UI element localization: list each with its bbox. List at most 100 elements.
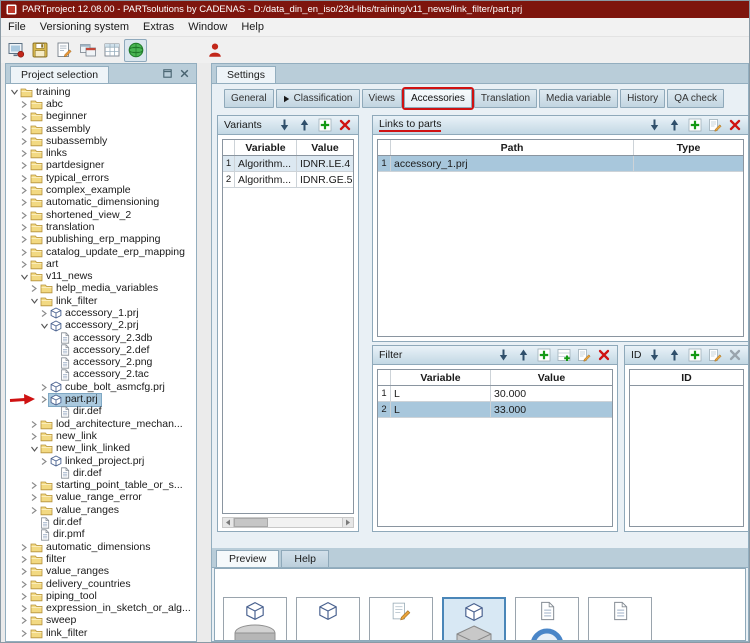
tree-item-label[interactable]: accessory_2.png	[73, 357, 152, 368]
tree-item-label[interactable]: link_filter	[56, 296, 97, 307]
tree-item-label[interactable]: automatic_dimensions	[46, 542, 150, 553]
tree-item-abc[interactable]: abc	[6, 98, 196, 110]
move-up-button[interactable]	[667, 118, 682, 133]
tree-item-accessory_1.prj[interactable]: accessory_1.prj	[6, 307, 196, 319]
table-row-2[interactable]: 2Algorithm...IDNR.GE.5	[223, 172, 353, 188]
chevron-right-icon[interactable]	[20, 629, 29, 638]
add-button[interactable]	[536, 348, 551, 363]
scroll-right-icon[interactable]	[342, 518, 353, 527]
tree-item-label[interactable]: part.prj	[65, 394, 98, 405]
tree-item-label[interactable]: linked_project.prj	[65, 456, 144, 467]
tree-item-accessory_2.3db[interactable]: accessory_2.3db	[6, 332, 196, 344]
tree-item-automatic_dimensions[interactable]: automatic_dimensions	[6, 541, 196, 553]
tree-item-label[interactable]: delivery_countries	[46, 579, 131, 590]
close-panel-button[interactable]	[177, 66, 192, 81]
tree-item-label[interactable]: accessory_2.prj	[65, 320, 139, 331]
tab-help[interactable]: Help	[281, 550, 329, 567]
tree-item-accessory_2.prj[interactable]: accessory_2.prj	[6, 320, 196, 332]
table-view-button[interactable]	[100, 39, 123, 62]
tab-views[interactable]: Views	[362, 89, 403, 108]
edit-button[interactable]	[707, 348, 722, 363]
chevron-right-icon[interactable]	[20, 100, 29, 109]
column-header-type[interactable]: Type	[634, 140, 743, 155]
chevron-right-icon[interactable]	[20, 198, 29, 207]
tree-item-label[interactable]: new_link_linked	[56, 443, 130, 454]
cell[interactable]: accessory_1.prj	[391, 156, 634, 171]
menu-file[interactable]: File	[1, 18, 33, 36]
tab-classification[interactable]: Classification	[276, 89, 360, 108]
chevron-down-icon[interactable]	[20, 273, 29, 281]
tree-item-label[interactable]: accessory_2.3db	[73, 333, 152, 344]
tree-item-label[interactable]: starting_point_table_or_s...	[56, 480, 183, 491]
column-header-path[interactable]: Path	[391, 140, 634, 155]
save-button[interactable]	[28, 39, 51, 62]
chevron-right-icon[interactable]	[20, 186, 29, 195]
chevron-right-icon[interactable]	[40, 309, 49, 318]
tree-item-label[interactable]: shortened_view_2	[46, 210, 131, 221]
chevron-right-icon[interactable]	[20, 592, 29, 601]
preview-thumb-2[interactable]	[296, 597, 360, 641]
tree-item-label[interactable]: value_ranges	[46, 566, 109, 577]
move-up-button[interactable]	[667, 348, 682, 363]
float-panel-button[interactable]	[160, 66, 175, 81]
tree-item-label[interactable]: beginner	[46, 111, 87, 122]
delete-button[interactable]	[727, 118, 742, 133]
chevron-right-icon[interactable]	[20, 112, 29, 121]
delete-button[interactable]	[596, 348, 611, 363]
tree-item-new_link_linked[interactable]: new_link_linked	[6, 443, 196, 455]
menu-extras[interactable]: Extras	[136, 18, 181, 36]
tree-item-assembly[interactable]: assembly	[6, 123, 196, 135]
scroll-left-icon[interactable]	[223, 518, 234, 527]
tree-item-automatic_dimensioning[interactable]: automatic_dimensioning	[6, 197, 196, 209]
move-down-button[interactable]	[277, 118, 292, 133]
chevron-down-icon[interactable]	[30, 445, 39, 453]
chevron-down-icon[interactable]	[10, 88, 19, 96]
open-project-button[interactable]	[4, 39, 27, 62]
tree-item-subassembly[interactable]: subassembly	[6, 135, 196, 147]
tree-item-label[interactable]: lod_architecture_mechan...	[56, 419, 183, 430]
tree-item-accessory_2.tac[interactable]: accessory_2.tac	[6, 369, 196, 381]
cell[interactable]: Algorithm...	[235, 156, 297, 171]
cell[interactable]: 30.000	[491, 386, 612, 401]
tree-item-links[interactable]: links	[6, 147, 196, 159]
tree-item-value_ranges[interactable]: value_ranges	[6, 566, 196, 578]
tree-item-typical_errors[interactable]: typical_errors	[6, 172, 196, 184]
tab-general[interactable]: General	[224, 89, 274, 108]
table-row-1[interactable]: 1L30.000	[378, 386, 612, 402]
chevron-right-icon[interactable]	[40, 457, 49, 466]
tree-item-accessory_2.def[interactable]: accessory_2.def	[6, 344, 196, 356]
tree-item-cube_bolt_asmcfg.prj[interactable]: cube_bolt_asmcfg.prj	[6, 381, 196, 393]
column-header-value[interactable]: Value	[491, 370, 612, 385]
tree-item-label[interactable]: accessory_2.def	[73, 345, 149, 356]
tree-item-label[interactable]: typical_errors	[46, 173, 109, 184]
tree-item-link_filter[interactable]: link_filter	[6, 295, 196, 307]
chevron-right-icon[interactable]	[30, 506, 39, 515]
chevron-down-icon[interactable]	[30, 297, 39, 305]
chevron-right-icon[interactable]	[40, 383, 49, 392]
menu-versioning-system[interactable]: Versioning system	[33, 18, 136, 36]
tree-item-label[interactable]: accessory_2.tac	[73, 369, 149, 380]
tree-item-art[interactable]: art	[6, 258, 196, 270]
tree-item-help_media_variables[interactable]: help_media_variables	[6, 283, 196, 295]
chevron-right-icon[interactable]	[20, 235, 29, 244]
tree-item-beginner[interactable]: beginner	[6, 111, 196, 123]
tree-item-filter[interactable]: filter	[6, 553, 196, 565]
preview-globe-button[interactable]	[124, 39, 147, 62]
horizontal-scrollbar[interactable]	[222, 517, 354, 528]
tree-item-catalog_update_erp_mapping[interactable]: catalog_update_erp_mapping	[6, 246, 196, 258]
move-down-button[interactable]	[496, 348, 511, 363]
scrollbar-thumb[interactable]	[234, 518, 268, 527]
tree-item-linked_project.prj[interactable]: linked_project.prj	[6, 455, 196, 467]
settings-tab[interactable]: Settings	[216, 66, 276, 83]
add-button[interactable]	[317, 118, 332, 133]
tree-item-value_range_error[interactable]: value_range_error	[6, 492, 196, 504]
preview-thumb-5[interactable]	[515, 597, 579, 641]
tree-item-shortened_view_2[interactable]: shortened_view_2	[6, 209, 196, 221]
tab-accessories[interactable]: Accessories	[404, 89, 472, 108]
tree-item-label[interactable]: v11_news	[46, 271, 93, 282]
tree-item-label[interactable]: new_link	[56, 431, 97, 442]
chevron-right-icon[interactable]	[20, 616, 29, 625]
chevron-right-icon[interactable]	[20, 567, 29, 576]
tree-item-partdesigner[interactable]: partdesigner	[6, 160, 196, 172]
delete-disabled-button[interactable]	[727, 348, 742, 363]
